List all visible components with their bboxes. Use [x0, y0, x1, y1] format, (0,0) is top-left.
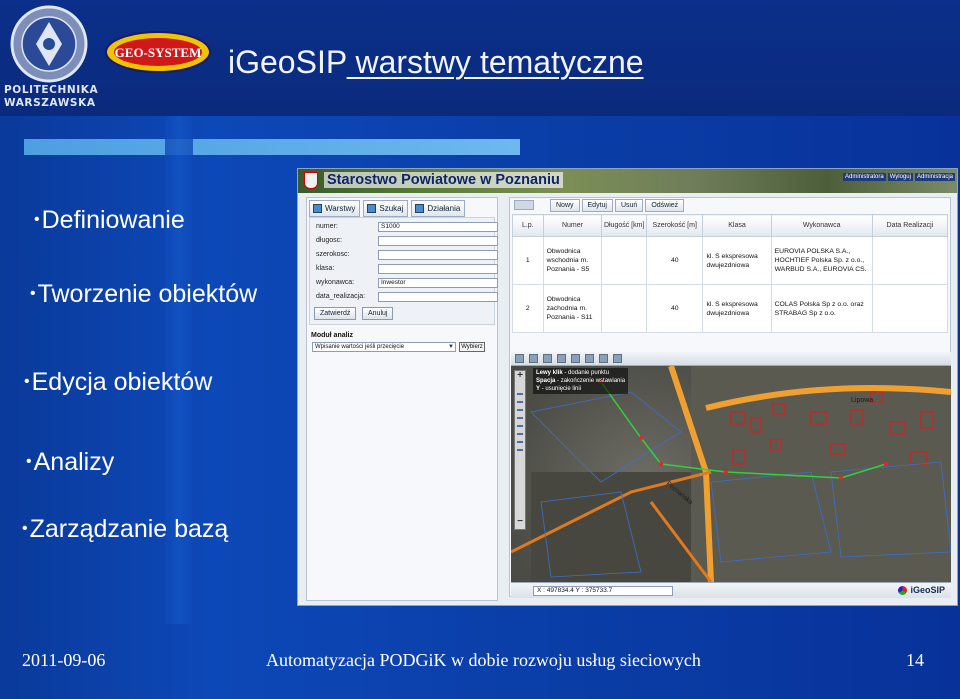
draw-tool-icon[interactable]	[613, 354, 622, 363]
zoom-out-tool-icon[interactable]	[543, 354, 552, 363]
column-header[interactable]: Data Realizacji	[871, 214, 949, 237]
bullet-item: Analizy	[26, 448, 115, 477]
app-banner: Starostwo Powiatowe w Poznaniu Administr…	[298, 169, 957, 193]
table-cell: kl. S ekspresowa dwujezdniowa	[702, 284, 772, 333]
table-cell: 2	[512, 284, 544, 333]
table-cell	[871, 284, 949, 333]
institution-name: POLITECHNIKA WARSZAWSKA	[4, 84, 99, 109]
select-analysis-button[interactable]: Wybierz	[459, 342, 485, 352]
chevron-down-icon: ▼	[448, 344, 454, 350]
column-header[interactable]: Długość [km]	[601, 214, 648, 237]
igeosip-brand: iGeoSIP	[898, 585, 945, 595]
table-row[interactable]: 1 Obwodnica wschodnia m. Poznania - S5 4…	[512, 236, 949, 285]
column-header[interactable]: Szerokość [m]	[646, 214, 704, 237]
geo-system-logo: GEO-SYSTEM	[105, 31, 211, 73]
table-cell: 40	[646, 236, 704, 285]
table-cell: EUROVIA POLSKA S.A., HOCHTIEF Polska Sp.…	[770, 236, 873, 285]
table-header-row: L.p. Numer Długość [km] Szerokość [m] Kl…	[512, 214, 949, 237]
accent-bar	[24, 139, 520, 155]
admin-link[interactable]: Administracja	[914, 173, 955, 181]
map-toolbar	[511, 352, 951, 366]
table-cell: Obwodnica zachodnia m. Poznania - S11	[542, 284, 603, 333]
politechnika-emblem-icon	[10, 5, 88, 83]
zoom-out-icon[interactable]: −	[515, 517, 525, 527]
table-cell: Obwodnica wschodnia m. Poznania - S5	[542, 236, 603, 285]
pan-tool-icon[interactable]	[515, 354, 524, 363]
analysis-module-label: Moduł analiz	[311, 332, 353, 339]
bullet-item: Edycja obiektów	[24, 368, 213, 397]
delete-button[interactable]: Usuń	[614, 199, 644, 212]
field-label: długosc:	[316, 237, 343, 244]
app-title: Starostwo Powiatowe w Poznaniu	[324, 172, 563, 188]
field-label: wykonawca:	[316, 279, 355, 286]
table-cell: 40	[646, 284, 704, 333]
table-cell	[871, 236, 949, 285]
column-header[interactable]: Wykonawca	[770, 214, 873, 237]
refresh-button[interactable]: Odśwież	[645, 199, 685, 212]
szerokosc-field[interactable]	[378, 250, 498, 260]
confirm-button[interactable]: Zatwierdź	[314, 307, 357, 320]
objects-table: L.p. Numer Długość [km] Szerokość [m] Kl…	[512, 214, 949, 333]
table-row[interactable]: 2 Obwodnica zachodnia m. Poznania - S11 …	[512, 284, 949, 333]
user-link[interactable]: Administratora	[843, 173, 886, 181]
table-cell: kl. S ekspresowa dwujezdniowa	[702, 236, 772, 285]
actions-icon	[415, 204, 425, 213]
zoom-in-icon[interactable]: +	[515, 371, 525, 381]
table-cell	[601, 284, 648, 333]
drawing-hint: Lewy klik - dodanie punktu Spacja - zako…	[533, 368, 629, 394]
footer-date: 2011-09-06	[22, 650, 106, 670]
wykonawca-field[interactable]: Inwestor	[378, 278, 498, 288]
coordinates-readout: X : 497834.4 Y : 375733.7	[533, 586, 673, 596]
search-icon	[367, 204, 377, 213]
bullet-item: Zarządzanie bazą	[22, 515, 229, 544]
field-label: klasa:	[316, 265, 335, 272]
print-tool-icon[interactable]	[599, 354, 608, 363]
field-label: szerokosc:	[316, 251, 350, 258]
map-statusbar: X : 497834.4 Y : 375733.7 iGeoSIP	[511, 582, 951, 598]
table-cell: COLAS Polska Sp z o.o. oraz STRABAG Sp z…	[770, 284, 873, 333]
analysis-select[interactable]: Wpisanie wartości jeśli przecięcie ▼	[312, 342, 456, 352]
edit-button[interactable]: Edytuj	[581, 199, 613, 212]
zoom-extent-tool-icon[interactable]	[557, 354, 566, 363]
column-header[interactable]: Numer	[542, 214, 603, 237]
header: POLITECHNIKA WARSZAWSKA GEO-SYSTEM iGeoS…	[0, 0, 960, 116]
tab-search[interactable]: Szukaj	[363, 200, 409, 217]
right-panel: Nowy Edytuj Usuń Odśwież L.p. Numer Dług…	[509, 197, 951, 598]
new-button[interactable]: Nowy	[550, 199, 580, 212]
igeosip-logo-icon	[898, 585, 908, 595]
measure-tool-icon[interactable]	[585, 354, 594, 363]
info-tool-icon[interactable]	[571, 354, 580, 363]
bullet-item: Definiowanie	[34, 206, 185, 235]
street-label: Lipowa	[851, 397, 873, 404]
page-number: 14	[906, 650, 924, 670]
field-label: numer:	[316, 223, 338, 230]
data-realizacja-field[interactable]	[378, 292, 498, 302]
column-header[interactable]: L.p.	[512, 214, 544, 237]
county-emblem-icon	[304, 172, 318, 189]
field-label: data_realizacja:	[316, 293, 366, 300]
numer-field[interactable]: S1000	[378, 222, 498, 232]
footer-title: Automatyzacja PODGiK w dobie rozwoju usł…	[266, 650, 701, 670]
geo-system-logo-text: GEO-SYSTEM	[115, 45, 202, 60]
tab-actions[interactable]: Działania	[411, 200, 466, 217]
zoom-in-tool-icon[interactable]	[529, 354, 538, 363]
cancel-button[interactable]: Anuluj	[362, 307, 394, 320]
app-screenshot: Starostwo Powiatowe w Poznaniu Administr…	[297, 168, 958, 606]
table-cell	[601, 236, 648, 285]
layers-icon	[313, 204, 322, 213]
column-header[interactable]: Klasa	[702, 214, 772, 237]
grid-view-icon[interactable]	[514, 200, 534, 210]
map-view[interactable]: Lipowa Poznańska + − Lewy klik - dodanie…	[511, 352, 951, 598]
left-panel: Warstwy Szukaj Działania numer: S1000 dłu…	[306, 197, 498, 601]
slide-title: iGeoSIP warstwy tematyczne	[228, 44, 644, 80]
klasa-field[interactable]	[378, 264, 498, 274]
bullet-item: Tworzenie obiektów	[30, 280, 258, 309]
logout-link[interactable]: Wyloguj	[887, 173, 913, 181]
table-cell: 1	[512, 236, 544, 285]
tab-layers[interactable]: Warstwy	[309, 200, 361, 217]
dlugosc-field[interactable]	[378, 236, 498, 246]
attribute-form: numer: S1000 długosc: szerokosc: klasa: w…	[309, 217, 498, 325]
zoom-slider[interactable]: + −	[514, 370, 526, 530]
